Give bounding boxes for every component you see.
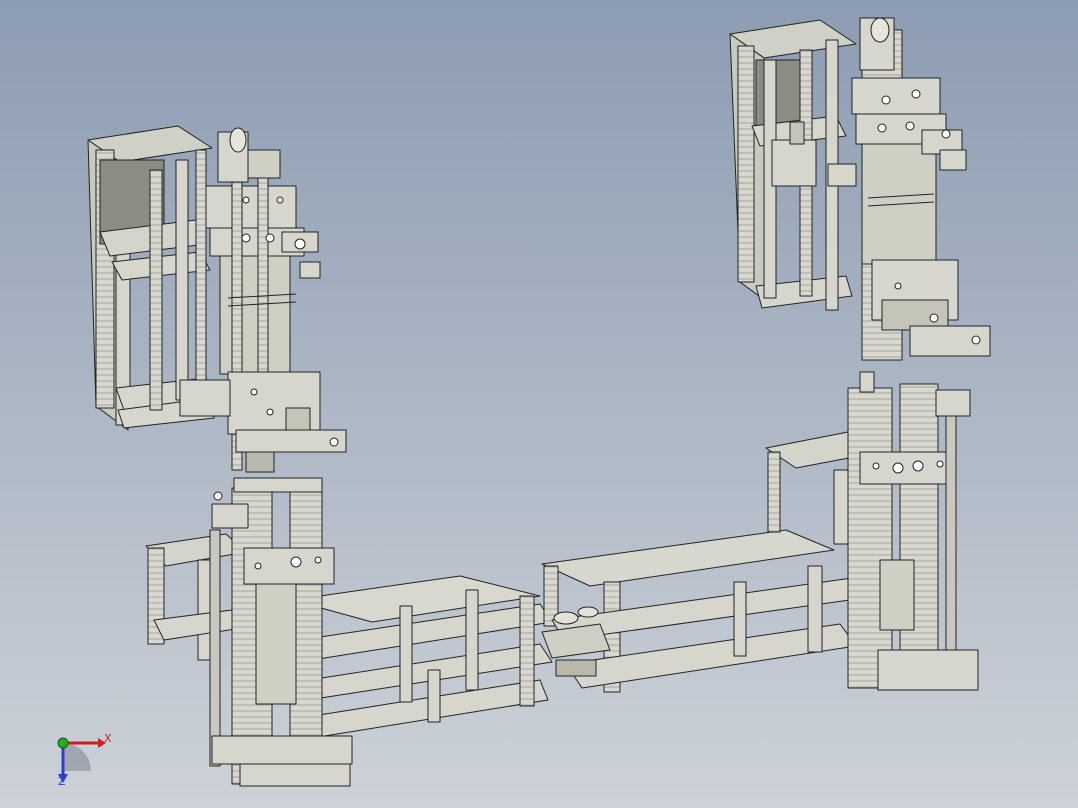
assembly-model[interactable] — [0, 0, 1078, 808]
y-axis-dot — [57, 737, 69, 749]
left-upper-module[interactable] — [87, 125, 347, 473]
right-upper-module[interactable] — [729, 17, 991, 361]
coordinate-triad: X Z — [48, 728, 118, 790]
left-base-frame[interactable] — [145, 477, 553, 787]
x-axis-label: X — [104, 732, 112, 745]
z-axis-label: Z — [58, 775, 66, 788]
graphics-viewport[interactable]: X Z — [0, 0, 1078, 808]
